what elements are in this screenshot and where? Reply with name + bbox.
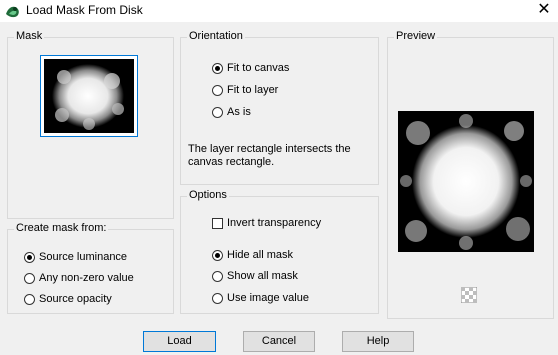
checkbox-unchecked-icon bbox=[212, 217, 223, 229]
window-title: Load Mask From Disk bbox=[26, 3, 143, 17]
radio-label: Fit to layer bbox=[227, 84, 279, 96]
radio-label: Show all mask bbox=[227, 270, 298, 282]
source-opacity-radio[interactable]: Source opacity bbox=[24, 291, 112, 307]
radio-label: Hide all mask bbox=[227, 249, 294, 261]
hide-all-mask-radio[interactable]: Hide all mask bbox=[212, 247, 293, 263]
mask-group-label: Mask bbox=[14, 30, 45, 42]
radio-selected-icon bbox=[212, 62, 223, 74]
close-icon[interactable]: ✕ bbox=[536, 2, 552, 18]
as-is-radio[interactable]: As is bbox=[212, 104, 251, 120]
orientation-info-text: The layer rectangle intersects the canva… bbox=[188, 143, 351, 168]
radio-label: Source luminance bbox=[39, 251, 128, 263]
radio-unselected-icon bbox=[212, 106, 223, 118]
mask-thumbnail[interactable] bbox=[40, 55, 138, 137]
any-non-zero-radio[interactable]: Any non-zero value bbox=[24, 270, 134, 286]
radio-unselected-icon bbox=[212, 270, 223, 282]
title-bar: Load Mask From Disk ✕ bbox=[0, 0, 558, 22]
radio-selected-icon bbox=[212, 249, 223, 261]
show-all-mask-radio[interactable]: Show all mask bbox=[212, 268, 298, 284]
radio-unselected-icon bbox=[212, 292, 223, 304]
radio-label: As is bbox=[227, 106, 251, 118]
load-button[interactable]: Load bbox=[143, 331, 216, 352]
invert-transparency-checkbox[interactable]: Invert transparency bbox=[212, 215, 321, 231]
radio-label: Source opacity bbox=[39, 293, 112, 305]
create-mask-group-label: Create mask from: bbox=[14, 222, 109, 234]
fit-to-canvas-radio[interactable]: Fit to canvas bbox=[212, 60, 289, 76]
options-group-label: Options bbox=[187, 189, 229, 201]
preview-image bbox=[398, 111, 534, 252]
help-button[interactable]: Help bbox=[342, 331, 414, 352]
preview-group-label: Preview bbox=[394, 30, 438, 42]
fit-to-layer-radio[interactable]: Fit to layer bbox=[212, 82, 278, 98]
use-image-value-radio[interactable]: Use image value bbox=[212, 290, 309, 306]
transparency-icon[interactable] bbox=[461, 287, 477, 303]
radio-unselected-icon bbox=[212, 84, 223, 96]
radio-label: Fit to canvas bbox=[227, 62, 290, 74]
radio-unselected-icon bbox=[24, 293, 35, 305]
orientation-group-label: Orientation bbox=[187, 30, 245, 42]
mask-thumbnail-image bbox=[44, 59, 134, 133]
cancel-button[interactable]: Cancel bbox=[243, 331, 315, 352]
radio-selected-icon bbox=[24, 251, 35, 263]
radio-unselected-icon bbox=[24, 272, 35, 284]
checkbox-label: Invert transparency bbox=[227, 217, 322, 229]
radio-label: Use image value bbox=[227, 292, 309, 304]
radio-label: Any non-zero value bbox=[39, 272, 134, 284]
app-icon bbox=[6, 6, 19, 18]
source-luminance-radio[interactable]: Source luminance bbox=[24, 249, 127, 265]
